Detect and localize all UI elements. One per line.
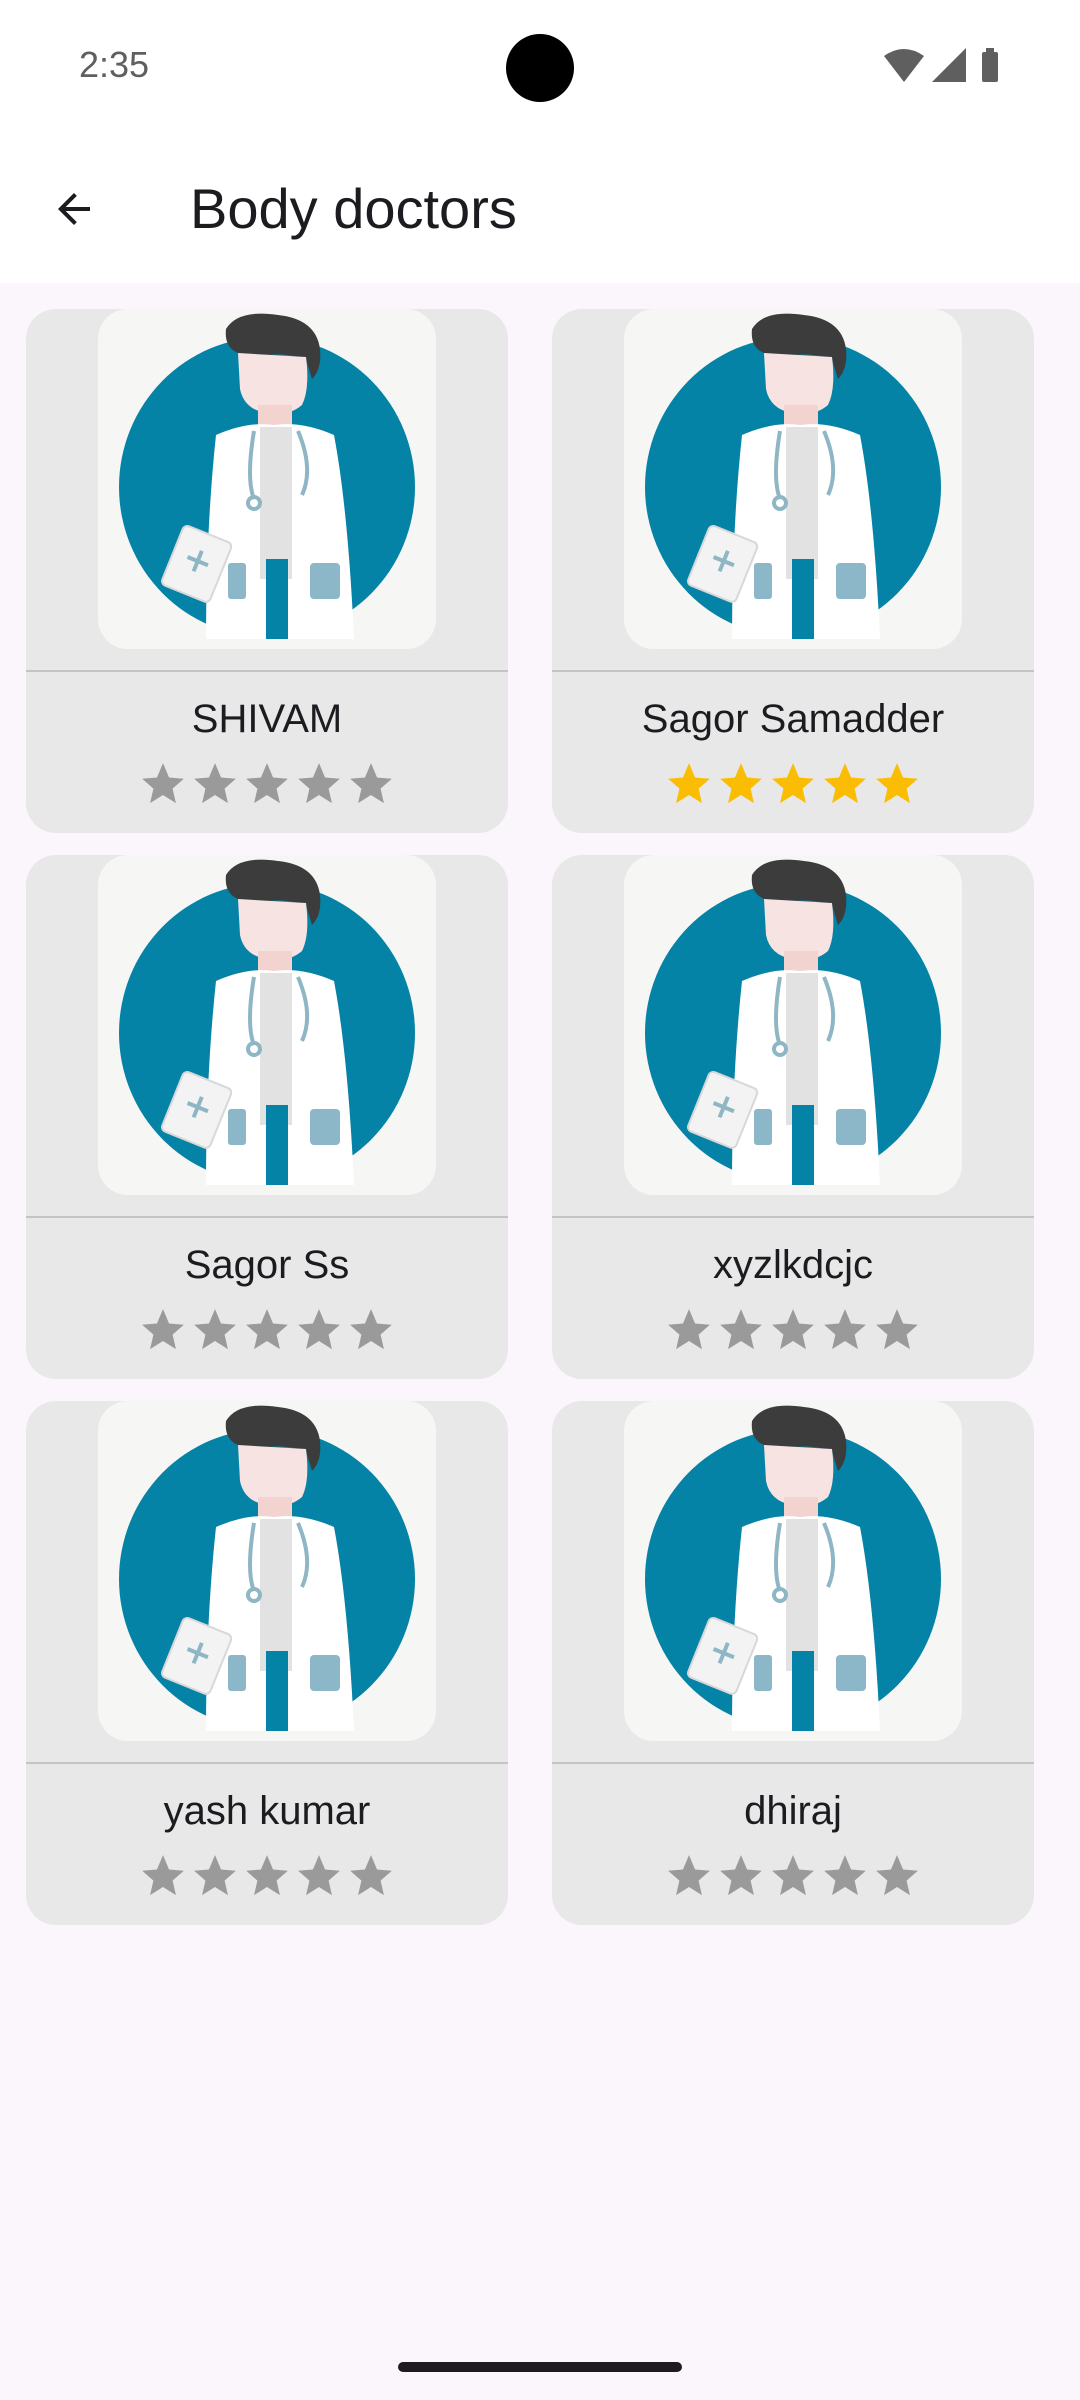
doctor-avatar	[624, 855, 962, 1195]
star-filled-icon	[668, 763, 710, 804]
star-empty-icon	[824, 1855, 866, 1896]
doctor-card-2[interactable]: Sagor Ss	[26, 855, 508, 1379]
doctor-name: xyzlkdcjc	[712, 1243, 874, 1287]
doctor-illustration-icon	[98, 313, 436, 649]
star-empty-icon	[142, 1855, 184, 1896]
cellular-signal-icon	[932, 48, 966, 82]
card-divider	[552, 1216, 1034, 1218]
rating-stars	[552, 759, 1034, 809]
star-empty-icon	[194, 1855, 236, 1896]
star-empty-icon	[142, 1309, 184, 1350]
star-empty-icon	[772, 1309, 814, 1350]
star-empty-icon	[876, 1855, 918, 1896]
doctor-illustration-icon	[98, 859, 436, 1195]
rating-stars	[26, 759, 508, 809]
doctor-avatar	[624, 309, 962, 649]
star-empty-icon	[298, 763, 340, 804]
doctor-card-5[interactable]: dhiraj	[552, 1401, 1034, 1925]
star-empty-icon	[824, 1309, 866, 1350]
star-empty-icon	[720, 1309, 762, 1350]
battery-icon	[982, 48, 998, 82]
rating-stars	[552, 1851, 1034, 1901]
doctor-illustration-icon	[98, 1405, 436, 1741]
app-bar: Body doctors	[0, 135, 1080, 283]
doctor-illustration-icon	[624, 1405, 962, 1741]
star-empty-icon	[194, 1309, 236, 1350]
star-empty-icon	[876, 1309, 918, 1350]
star-filled-icon	[720, 763, 762, 804]
doctor-illustration-icon	[624, 859, 962, 1195]
star-empty-icon	[246, 763, 288, 804]
doctor-card-1[interactable]: Sagor Samadder	[552, 309, 1034, 833]
doctor-avatar	[624, 1401, 962, 1741]
star-empty-icon	[246, 1855, 288, 1896]
star-empty-icon	[720, 1855, 762, 1896]
doctor-illustration-icon	[624, 313, 962, 649]
status-bar: 2:35	[0, 0, 1080, 135]
doctor-name: SHIVAM	[191, 697, 343, 741]
star-empty-icon	[298, 1855, 340, 1896]
star-empty-icon	[246, 1309, 288, 1350]
doctor-card-3[interactable]: xyzlkdcjc	[552, 855, 1034, 1379]
arrow-left-icon	[58, 193, 90, 225]
home-indicator[interactable]	[398, 2362, 682, 2372]
doctor-name: dhiraj	[744, 1789, 842, 1833]
doctor-avatar	[98, 1401, 436, 1741]
star-empty-icon	[668, 1855, 710, 1896]
star-empty-icon	[142, 763, 184, 804]
doctor-avatar	[98, 855, 436, 1195]
star-empty-icon	[194, 763, 236, 804]
star-empty-icon	[668, 1309, 710, 1350]
star-filled-icon	[824, 763, 866, 804]
star-filled-icon	[772, 763, 814, 804]
card-divider	[26, 1216, 508, 1218]
wifi-icon	[884, 49, 924, 82]
rating-stars	[26, 1851, 508, 1901]
card-divider	[552, 670, 1034, 672]
card-divider	[552, 1762, 1034, 1764]
doctor-name: Sagor Ss	[184, 1243, 350, 1287]
doctor-card-0[interactable]: SHIVAM	[26, 309, 508, 833]
rating-stars	[552, 1305, 1034, 1355]
status-time: 2:35	[79, 44, 150, 85]
rating-stars	[26, 1305, 508, 1355]
camera-cutout	[506, 34, 574, 102]
status-icons	[884, 48, 998, 82]
star-filled-icon	[876, 763, 918, 804]
doctor-name: Sagor Samadder	[641, 697, 945, 741]
star-empty-icon	[350, 1309, 392, 1350]
star-empty-icon	[772, 1855, 814, 1896]
back-button[interactable]	[34, 169, 114, 249]
doctor-card-4[interactable]: yash kumar	[26, 1401, 508, 1925]
star-empty-icon	[350, 1855, 392, 1896]
doctor-avatar	[98, 309, 436, 649]
card-divider	[26, 670, 508, 672]
star-empty-icon	[350, 763, 392, 804]
page-title: Body doctors	[190, 177, 517, 240]
star-empty-icon	[298, 1309, 340, 1350]
doctor-grid: SHIVAM Sagor Samadder Sagor Ss xyzlkdcjc…	[26, 309, 1034, 1925]
doctor-name: yash kumar	[163, 1789, 371, 1833]
card-divider	[26, 1762, 508, 1764]
